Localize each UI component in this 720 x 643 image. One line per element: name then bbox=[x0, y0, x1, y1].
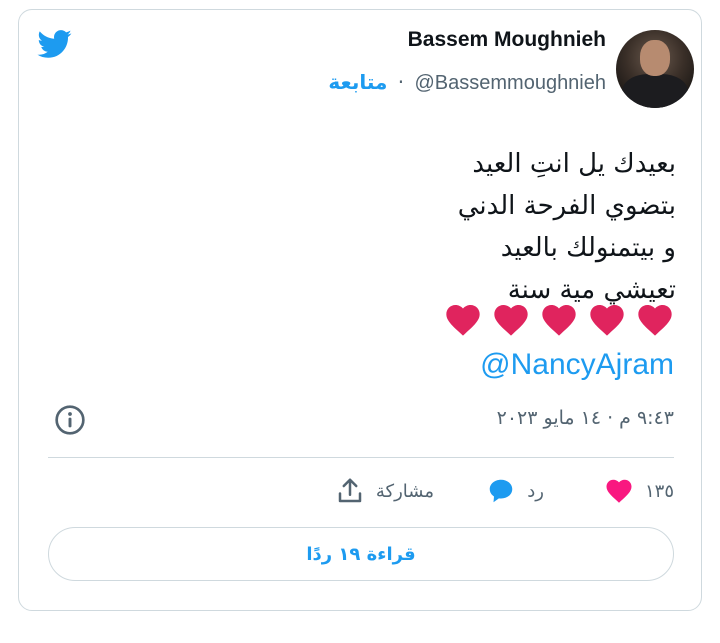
follow-button[interactable]: متابعة bbox=[328, 70, 387, 94]
avatar[interactable] bbox=[616, 30, 694, 108]
like-button[interactable]: ١٣٥ bbox=[603, 476, 674, 506]
info-icon[interactable] bbox=[54, 404, 86, 436]
like-count: ١٣٥ bbox=[644, 480, 674, 502]
divider bbox=[48, 457, 674, 458]
red-heart-icon bbox=[542, 305, 576, 336]
tweet-line: بتضوي الفرحة الدني bbox=[457, 191, 676, 221]
share-upload-icon bbox=[338, 478, 362, 503]
action-bar: ١٣٥ رد مشاركة bbox=[310, 476, 674, 512]
read-replies-button[interactable]: قراءة ١٩ ردًا bbox=[48, 527, 674, 581]
author-handle[interactable]: @Bassemmoughnieh bbox=[414, 72, 606, 94]
reply-label: رد bbox=[527, 480, 544, 502]
handle-row: متابعة · @Bassemmoughnieh bbox=[328, 70, 606, 95]
speech-bubble-icon bbox=[490, 479, 513, 503]
reply-button[interactable]: رد bbox=[485, 476, 544, 506]
red-heart-icon bbox=[638, 305, 672, 336]
red-heart-icon bbox=[446, 305, 480, 336]
heart-icon bbox=[606, 479, 632, 503]
share-label: مشاركة bbox=[375, 480, 434, 502]
red-heart-icon bbox=[590, 305, 624, 336]
separator: · bbox=[397, 70, 405, 94]
share-button[interactable]: مشاركة bbox=[334, 476, 434, 506]
mention-link[interactable]: @NancyAjram bbox=[480, 348, 674, 382]
heart-emoji-row bbox=[442, 300, 676, 340]
tweet-text: بعيدك يل انتِ العيد بتضوي الفرحة الدني و… bbox=[458, 143, 676, 311]
red-heart-icon bbox=[494, 305, 528, 336]
twitter-bird-icon[interactable] bbox=[32, 26, 76, 62]
tweet-timestamp[interactable]: ٩:٤٣ م · ١٤ مايو ٢٠٢٣ bbox=[497, 407, 674, 429]
tweet-line: و بيتمنولك بالعيد bbox=[500, 233, 676, 263]
tweet-line: بعيدك يل انتِ العيد bbox=[472, 149, 676, 179]
author-name[interactable]: Bassem Moughnieh bbox=[408, 28, 606, 52]
